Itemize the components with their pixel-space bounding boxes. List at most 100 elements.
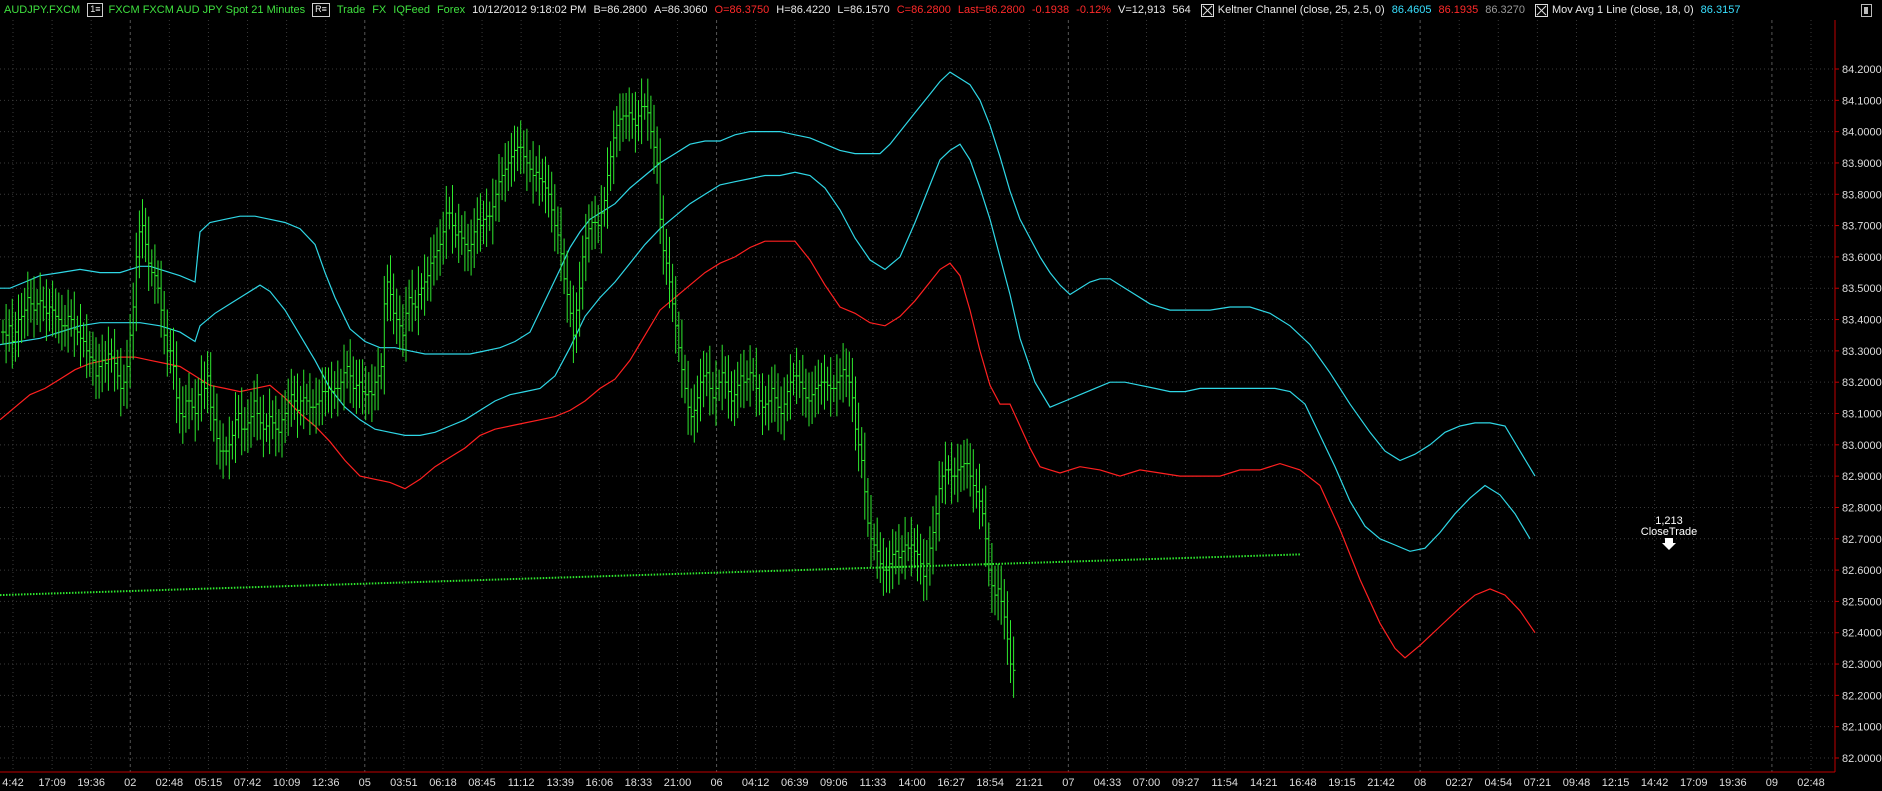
ask-readout: A=86.3060 — [653, 4, 708, 16]
time-tick-label: 13:39 — [546, 777, 574, 789]
time-axis[interactable]: 4:42 17:09 19:36 02 02:48 05:15 07:42 10:09 12:3… — [0, 771, 1835, 789]
price-tick-label: 82.7000 — [1842, 534, 1882, 546]
time-tick-label: 02:27 — [1445, 777, 1473, 789]
price-axis[interactable]: 84.2000 84.1000 84.0000 83.9000 83.8000 83.70… — [1834, 20, 1882, 772]
time-tick-label: 07:00 — [1133, 777, 1161, 789]
time-tick-label: 05 — [359, 777, 371, 789]
price-tick-label: 82.9000 — [1842, 471, 1882, 483]
time-tick-label: 19:15 — [1328, 777, 1356, 789]
window-menu-icon[interactable] — [1861, 4, 1872, 17]
time-tick-label: 16:06 — [586, 777, 614, 789]
price-tick-label: 83.8000 — [1842, 189, 1882, 201]
time-tick-label: 17:09 — [1680, 777, 1708, 789]
interval-button[interactable]: 1≡ — [87, 3, 104, 17]
time-tick-label: 09:06 — [820, 777, 848, 789]
high-readout: H=86.4220 — [776, 4, 831, 16]
change-readout: -0.1938 — [1031, 4, 1070, 16]
price-tick-label: 83.4000 — [1842, 315, 1882, 327]
series-line-0 — [0, 71, 1536, 477]
time-tick-label: 18:33 — [625, 777, 653, 789]
fx-label: FX — [372, 4, 387, 16]
price-tick-label: 83.5000 — [1842, 283, 1882, 295]
time-tick-label: 02:48 — [156, 777, 184, 789]
chart-toolbar: AUDJPY.FXCM 1≡ FXCM FXCM AUD JPY Spot 21… — [0, 0, 1882, 20]
keltner-mid-value: 86.3270 — [1485, 4, 1526, 16]
time-tick-label: 21:00 — [664, 777, 692, 789]
time-tick-label: 11:33 — [860, 777, 887, 789]
bid-readout: B=86.2800 — [593, 4, 647, 16]
time-tick-label: 08 — [1414, 777, 1426, 789]
time-tick-label: 16:27 — [937, 777, 965, 789]
time-tick-label: 07 — [1062, 777, 1074, 789]
chart-grid — [0, 20, 1835, 772]
time-tick-label: 05:15 — [195, 777, 223, 789]
time-tick-label: 10:09 — [273, 777, 301, 789]
time-tick-label: 02:48 — [1797, 777, 1825, 789]
ticks-readout: 564 — [1172, 4, 1191, 16]
price-tick-label: 82.4000 — [1842, 628, 1882, 640]
time-tick-label: 04:12 — [742, 777, 770, 789]
time-tick-label: 11:12 — [508, 777, 535, 789]
symbol-label[interactable]: AUDJPY.FXCM — [4, 4, 80, 16]
mavg-close-icon[interactable] — [1535, 3, 1549, 17]
close-trade-annotation[interactable]: 1,213 CloseTrade — [1641, 515, 1697, 550]
time-tick-label: 07:42 — [234, 777, 262, 789]
datetime-readout: 10/12/2012 9:18:02 PM — [472, 4, 587, 16]
mavg-value: 86.3157 — [1700, 4, 1741, 16]
price-tick-label: 83.9000 — [1842, 158, 1882, 170]
time-tick-label: 04:54 — [1485, 777, 1513, 789]
close-readout: C=86.2800 — [896, 4, 951, 16]
volume-readout: V=12,913 — [1118, 4, 1166, 16]
time-tick-label: 18:54 — [976, 777, 1004, 789]
price-tick-label: 83.0000 — [1842, 440, 1882, 452]
time-tick-label: 19:36 — [1719, 777, 1747, 789]
time-tick-label: 06:39 — [781, 777, 809, 789]
time-tick-label: 07:21 — [1524, 777, 1552, 789]
price-tick-label: 82.1000 — [1842, 722, 1882, 734]
price-tick-label: 82.2000 — [1842, 690, 1882, 702]
open-readout: O=86.3750 — [714, 4, 770, 16]
price-tick-label: 82.0000 — [1842, 753, 1882, 765]
time-tick-label: 14:21 — [1250, 777, 1278, 789]
change-pct-readout: -0.12% — [1076, 4, 1112, 16]
price-tick-label: 83.6000 — [1842, 252, 1882, 264]
price-tick-label: 82.6000 — [1842, 565, 1882, 577]
time-tick-label: 4:42 — [2, 777, 23, 789]
price-tick-label: 82.5000 — [1842, 596, 1882, 608]
symbol-description: FXCM FXCM AUD JPY Spot 21 Minutes — [108, 4, 306, 16]
time-tick-label: 14:00 — [898, 777, 926, 789]
time-tick-label: 03:51 — [390, 777, 418, 789]
keltner-close-icon[interactable] — [1200, 3, 1214, 17]
forex-label: Forex — [436, 4, 466, 16]
time-tick-label: 14:42 — [1641, 777, 1669, 789]
low-readout: L=86.1570 — [837, 4, 890, 16]
price-tick-label: 82.8000 — [1842, 502, 1882, 514]
price-tick-label: 84.0000 — [1842, 127, 1882, 139]
time-tick-label: 09:27 — [1172, 777, 1200, 789]
time-tick-label: 06:18 — [429, 777, 457, 789]
series-line-1 — [0, 143, 1531, 552]
keltner-label[interactable]: Keltner Channel (close, 25, 2.5, 0) — [1218, 4, 1385, 16]
price-tick-label: 83.3000 — [1842, 346, 1882, 358]
mavg-label[interactable]: Mov Avg 1 Line (close, 18, 0) — [1552, 4, 1694, 16]
price-tick-label: 83.1000 — [1842, 409, 1882, 421]
keltner-lower-value: 86.1935 — [1438, 4, 1479, 16]
time-tick-label: 21:21 — [1015, 777, 1043, 789]
time-tick-label: 17:09 — [38, 777, 66, 789]
time-tick-label: 16:48 — [1289, 777, 1317, 789]
time-tick-label: 11:54 — [1211, 777, 1238, 789]
price-chart[interactable]: 84.2000 84.1000 84.0000 83.9000 83.8000 83.70… — [0, 20, 1882, 791]
price-tick-label: 83.7000 — [1842, 221, 1882, 233]
time-tick-label: 06 — [710, 777, 722, 789]
price-tick-label: 84.1000 — [1842, 95, 1882, 107]
trade-label[interactable]: Trade — [337, 4, 365, 16]
time-tick-label: 04:33 — [1094, 777, 1122, 789]
feed-label: IQFeed — [393, 4, 430, 16]
time-tick-label: 19:36 — [77, 777, 105, 789]
time-tick-label: 12:36 — [312, 777, 340, 789]
time-tick-label: 09 — [1766, 777, 1778, 789]
time-tick-label: 09:48 — [1563, 777, 1591, 789]
replay-button[interactable]: R≡ — [312, 3, 330, 17]
time-tick-label: 12:15 — [1602, 777, 1630, 789]
price-bars — [1, 78, 1016, 698]
